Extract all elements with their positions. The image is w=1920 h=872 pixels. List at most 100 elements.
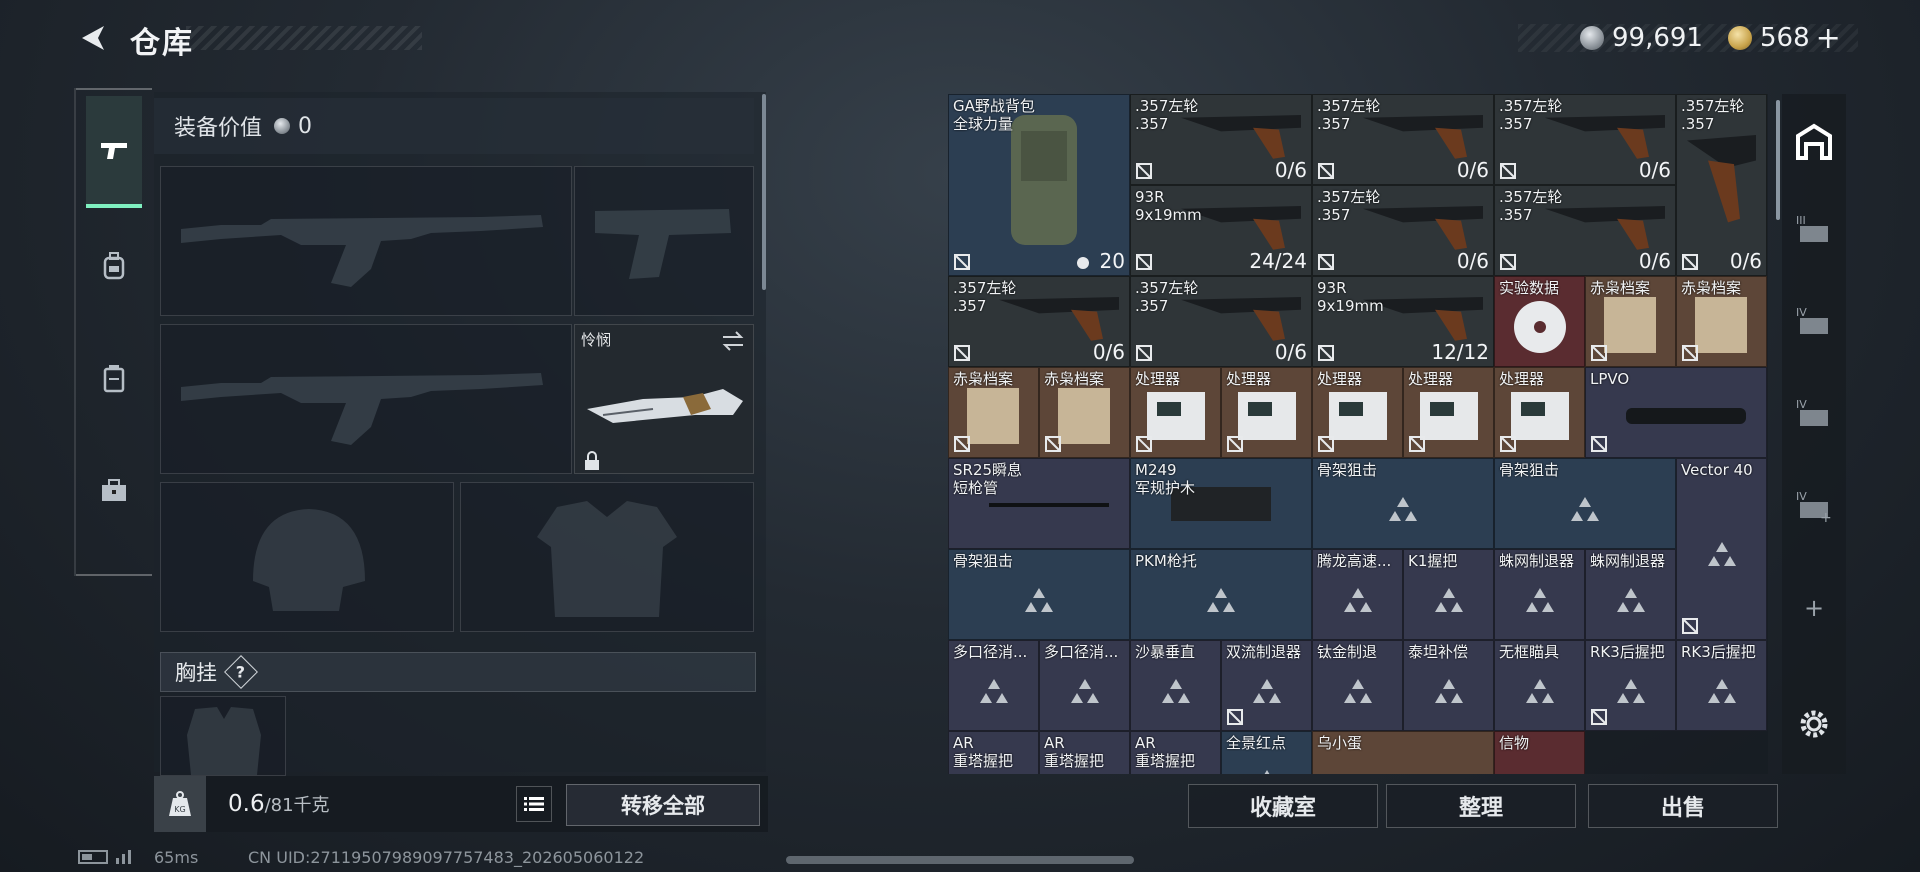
top-bar: 仓库 99,691 568 + [0,0,1920,80]
rifle-silhouette-2-icon [181,373,543,445]
helmet-slot[interactable] [160,482,454,632]
inventory-item[interactable]: 乌小蛋 [1312,731,1494,774]
inventory-item[interactable]: 处理器 [1221,367,1312,458]
inventory-item[interactable]: GA野战背包 全球力量 20 [948,94,1130,276]
inventory-item[interactable]: 处理器 [1403,367,1494,458]
armor-slot[interactable] [460,482,754,632]
inventory-item[interactable]: 处理器 [1494,367,1585,458]
inventory-item[interactable]: M249 军规护木 [1130,458,1312,549]
melee-slot[interactable]: 怜悯 [574,324,754,474]
inventory-item[interactable]: LPVO [1585,367,1767,458]
loadout-scrollbar[interactable] [762,94,766,290]
inventory-item[interactable]: 钛金制退 [1312,640,1403,731]
transfer-all-button[interactable]: 转移全部 [566,784,760,826]
tab-storage-4b[interactable]: IV [1786,386,1842,442]
tab-backpack[interactable] [86,238,142,294]
inventory-item[interactable]: 93R 9x19mm 12/12 [1312,276,1494,367]
svg-text:III: III [1796,214,1806,227]
inventory-item[interactable]: 骨架狙击 [1312,458,1494,549]
item-name: 处理器 [1499,370,1545,388]
locked-item-icon [1571,496,1599,521]
inventory-item[interactable]: AR 重塔握把 [1039,731,1130,774]
item-name: RK3后握把 [1681,643,1756,661]
inventory-item[interactable]: Vector 40 [1676,458,1767,640]
back-arrow-icon[interactable] [74,20,110,56]
inventory-item[interactable]: 泰坦补偿 [1403,640,1494,731]
page-title: 仓库 [130,26,194,61]
inventory-item[interactable]: 多口径消... [948,640,1039,731]
tab-storage-3[interactable]: III [1786,202,1842,258]
item-name: AR 重塔握把 [953,734,1014,770]
chest-rig-slot[interactable] [160,696,286,776]
help-icon[interactable]: ? [224,655,258,689]
tab-storage-4a[interactable]: IV [1786,294,1842,350]
tab-chest-rig[interactable] [86,350,142,406]
inventory-item[interactable]: 腾龙高速... [1312,549,1403,640]
weight-capacity: /81千克 [264,795,330,816]
inventory-item[interactable]: .357左轮 .357 0/6 [1312,185,1494,276]
no-trade-icon [1045,436,1061,452]
locked-item-icon [979,678,1008,703]
inventory-item[interactable]: 赤枭档案 [1585,276,1676,367]
inventory-item[interactable]: 赤枭档案 [1039,367,1130,458]
secondary-rifle-slot[interactable] [160,324,572,474]
inventory-item[interactable]: K1握把 [1403,549,1494,640]
inventory-item[interactable]: .357左轮 .357 0/6 [1676,94,1767,276]
inventory-scrollbar[interactable] [1776,100,1780,220]
inventory-item[interactable]: 实验数据 [1494,276,1585,367]
inventory-item[interactable]: AR 重塔握把 [948,731,1039,774]
inventory-item[interactable]: 沙暴垂直 [1130,640,1221,731]
backpack-icon [103,252,125,280]
locked-item-icon [1070,678,1099,703]
inventory-item[interactable]: 93R 9x19mm 24/24 [1130,185,1312,276]
list-view-button[interactable] [516,786,552,822]
tab-storage-4c[interactable]: IV + [1786,478,1842,534]
inventory-item[interactable]: .357左轮 .357 0/6 [1130,94,1312,185]
no-trade-icon [1682,618,1698,634]
organize-button[interactable]: 整理 [1386,784,1576,828]
inventory-item[interactable]: 全景红点 [1221,731,1312,774]
tab-weapons[interactable] [86,96,142,208]
knife-icon [587,389,743,423]
inventory-item[interactable]: 处理器 [1312,367,1403,458]
inventory-item[interactable]: 赤枭档案 [1676,276,1767,367]
locked-item-icon [1263,769,1270,774]
inventory-item[interactable]: AR 重塔握把 [1130,731,1221,774]
inventory-item[interactable]: .357左轮 .357 0/6 [1494,185,1676,276]
inventory-item[interactable]: 蛛网制退器 [1585,549,1676,640]
svg-text:IV: IV [1796,398,1807,411]
inventory-item[interactable]: 处理器 [1130,367,1221,458]
inventory-item[interactable]: 骨架狙击 [948,549,1130,640]
primary-weapon-slot[interactable] [160,166,572,316]
item-name: 骨架狙击 [1317,461,1378,479]
item-name: 蛛网制退器 [1499,552,1575,570]
inventory-item[interactable]: PKM枪托 [1130,549,1312,640]
inventory-item[interactable]: 无框瞄具 [1494,640,1585,731]
item-name: 赤枭档案 [1590,279,1651,297]
inventory-item[interactable]: .357左轮 .357 0/6 [948,276,1130,367]
add-storage-button[interactable]: + [1786,580,1842,636]
inventory-item[interactable]: 赤枭档案 [948,367,1039,458]
sell-button[interactable]: 出售 [1588,784,1778,828]
inventory-item[interactable]: RK3后握把 [1676,640,1767,731]
inventory-item[interactable]: 骨架狙击 [1494,458,1676,549]
item-name: 骨架狙击 [953,552,1014,570]
tab-toolbox[interactable] [86,462,142,518]
storage-tab-rail: III IV IV IV + + [1782,94,1846,774]
inventory-item[interactable]: 信物 [1494,731,1585,774]
tab-warehouse[interactable] [1786,114,1842,170]
inventory-item[interactable]: .357左轮 .357 0/6 [1494,94,1676,185]
item-name: .357左轮 .357 [1317,97,1381,133]
collection-room-button[interactable]: 收藏室 [1188,784,1378,828]
inventory-item[interactable]: .357左轮 .357 0/6 [1130,276,1312,367]
inventory-item[interactable]: 多口径消... [1039,640,1130,731]
inventory-item[interactable]: RK3后握把 [1585,640,1676,731]
inventory-item[interactable]: 双流制退器 [1221,640,1312,731]
add-currency-button[interactable]: + [1816,21,1841,56]
inventory-item[interactable]: SR25瞬息 短枪管 [948,458,1130,549]
swap-icon[interactable] [721,331,745,351]
secondary-weapon-slot[interactable] [574,166,754,316]
inventory-item[interactable]: .357左轮 .357 0/6 [1312,94,1494,185]
settings-button[interactable] [1786,696,1842,752]
inventory-item[interactable]: 蛛网制退器 [1494,549,1585,640]
